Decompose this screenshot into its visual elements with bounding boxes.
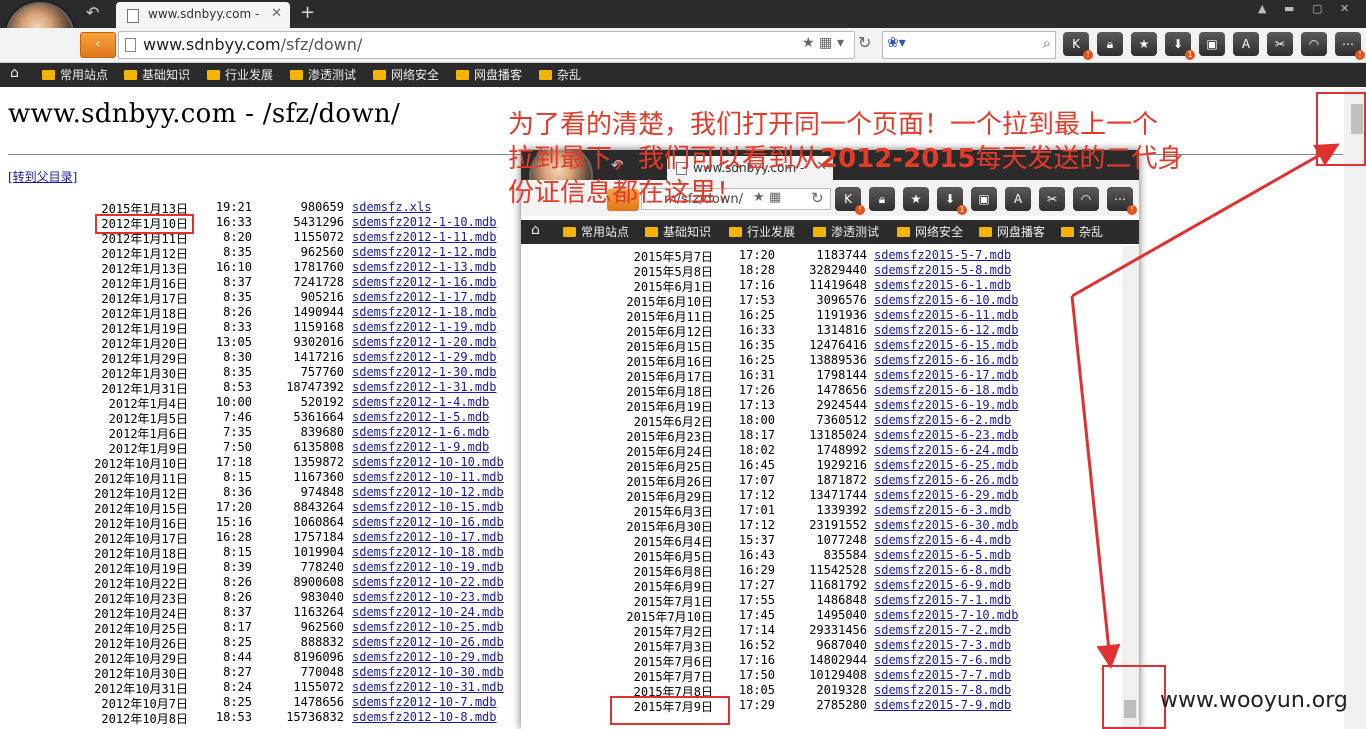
arrow-to-bottom-scrollbar <box>1070 295 1121 669</box>
watermark: www.wooyun.org <box>1160 688 1348 713</box>
annotation-arrows <box>1070 143 1340 669</box>
arrow-to-top-scrollbar <box>1071 143 1340 298</box>
